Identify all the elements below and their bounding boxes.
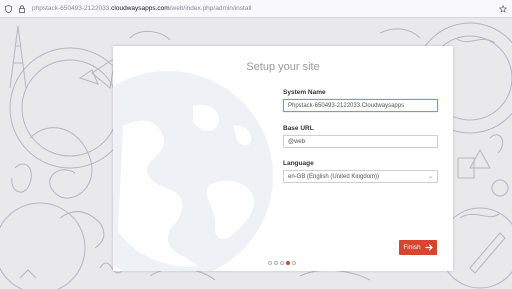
address-bar-actions bbox=[494, 4, 507, 13]
system-name-label: System Name bbox=[283, 89, 326, 96]
language-value: en-GB (English (United Kingdom)) bbox=[288, 173, 380, 180]
base-url-value: @web bbox=[288, 138, 306, 145]
finish-button[interactable]: Finish bbox=[399, 240, 437, 255]
url-path: /web/index.php/admin/install bbox=[169, 5, 252, 12]
url-prefix: phpstack-650493-2122033. bbox=[32, 5, 112, 12]
lock-icon[interactable] bbox=[17, 4, 26, 13]
base-url-label: Base URL bbox=[283, 125, 314, 132]
step-indicator bbox=[268, 261, 296, 265]
base-url-field[interactable]: @web bbox=[283, 135, 438, 148]
step-dot bbox=[286, 261, 290, 265]
setup-card: Setup your site System Name Phpstack-650… bbox=[113, 46, 453, 271]
chevron-down-icon: ⌄ bbox=[427, 174, 433, 180]
bookmark-star-icon[interactable] bbox=[498, 4, 507, 13]
language-label: Language bbox=[283, 160, 314, 167]
step-dot bbox=[268, 261, 272, 265]
browser-address-bar[interactable]: phpstack-650493-2122033.cloudwaysapps.co… bbox=[0, 0, 512, 18]
arrow-right-icon bbox=[425, 244, 433, 251]
url-host: cloudwaysapps.com bbox=[111, 5, 170, 12]
shield-icon[interactable] bbox=[4, 4, 13, 13]
language-select[interactable]: en-GB (English (United Kingdom)) ⌄ bbox=[283, 170, 438, 183]
system-name-value: Phpstack-650493-2122033.Cloudwaysapps bbox=[288, 102, 405, 109]
finish-button-label: Finish bbox=[403, 244, 421, 251]
system-name-field[interactable]: Phpstack-650493-2122033.Cloudwaysapps bbox=[283, 99, 438, 112]
step-dot bbox=[280, 261, 284, 265]
step-dot bbox=[274, 261, 278, 265]
globe-icon bbox=[113, 71, 273, 271]
url-text[interactable]: phpstack-650493-2122033.cloudwaysapps.co… bbox=[32, 5, 251, 12]
step-dot bbox=[292, 261, 296, 265]
